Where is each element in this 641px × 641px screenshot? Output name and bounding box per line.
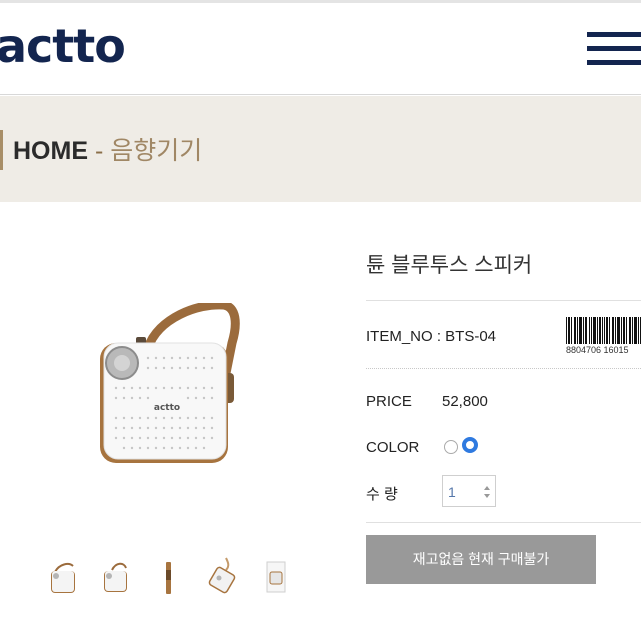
thumbnail-hanging[interactable] bbox=[204, 556, 240, 596]
color-option-radio-selected[interactable] bbox=[462, 437, 478, 453]
item-number: ITEM_NO : BTS-04 bbox=[366, 328, 497, 345]
hamburger-menu-icon[interactable] bbox=[587, 28, 641, 72]
divider bbox=[366, 522, 641, 523]
menu-bar bbox=[587, 32, 641, 37]
thumbnail-strip bbox=[40, 556, 300, 600]
quantity-label: 수 량 bbox=[366, 486, 398, 503]
site-header: actto bbox=[0, 3, 641, 95]
divider bbox=[366, 300, 641, 301]
menu-bar bbox=[587, 60, 641, 65]
price-label: PRICE bbox=[366, 393, 412, 410]
thumbnail-side[interactable] bbox=[151, 556, 187, 596]
thumbnail-angle[interactable] bbox=[98, 556, 134, 596]
menu-bar bbox=[587, 46, 641, 51]
svg-text:actto: actto bbox=[154, 403, 180, 413]
actto-logo[interactable]: actto bbox=[0, 23, 126, 69]
barcode-number: 8804706 16015 bbox=[566, 345, 629, 355]
barcode-image bbox=[566, 317, 641, 344]
stepper-arrows-icon[interactable] bbox=[483, 485, 491, 499]
breadcrumb-current[interactable]: 음향기기 bbox=[110, 137, 202, 165]
product-image: actto bbox=[100, 303, 240, 463]
price-value: 52,800 bbox=[442, 393, 488, 410]
breadcrumb: HOME - 음향기기 bbox=[13, 136, 202, 166]
thumbnail-box[interactable] bbox=[257, 556, 293, 596]
breadcrumb-home-link[interactable]: HOME bbox=[13, 137, 88, 165]
divider bbox=[366, 368, 641, 369]
thumbnail-front[interactable] bbox=[45, 556, 81, 596]
product-title: 튠 블루투스 스피커 bbox=[366, 254, 533, 277]
quantity-stepper[interactable]: 1 bbox=[442, 475, 496, 507]
out-of-stock-button[interactable]: 재고없음 현재 구매불가 bbox=[366, 535, 596, 584]
quantity-value: 1 bbox=[448, 484, 456, 500]
breadcrumb-accent-bar bbox=[0, 130, 3, 170]
color-label: COLOR bbox=[366, 439, 420, 456]
breadcrumb-separator: - bbox=[88, 137, 111, 165]
color-option-radio[interactable] bbox=[444, 440, 458, 454]
